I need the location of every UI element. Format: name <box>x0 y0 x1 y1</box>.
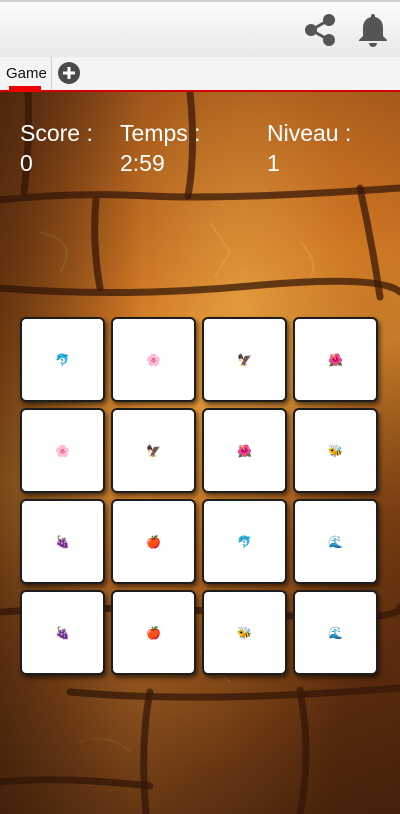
game-area: Score : 0 Temps : 2:59 Niveau : 1 🐬 🌸 🦅 🌺 🌸 🦅… <box>0 92 400 814</box>
cherry-blossom-icon: 🌸 <box>146 352 161 367</box>
app-bar <box>0 0 400 57</box>
wave-icon: 🌊 <box>328 625 343 640</box>
memory-card[interactable]: 🌸 <box>20 408 105 493</box>
bee-icon: 🐝 <box>328 443 343 458</box>
memory-card[interactable]: 🌊 <box>293 499 378 584</box>
hibiscus-icon: 🌺 <box>328 352 343 367</box>
eagle-icon: 🦅 <box>237 352 252 367</box>
memory-card[interactable]: 🌺 <box>293 317 378 402</box>
memory-card[interactable]: 🐬 <box>202 499 287 584</box>
eagle-icon: 🦅 <box>146 443 161 458</box>
memory-card[interactable]: 🐬 <box>20 317 105 402</box>
score-stat: Score : 0 <box>20 118 93 178</box>
dolphin-icon: 🐬 <box>237 534 252 549</box>
memory-card[interactable]: 🍇 <box>20 590 105 675</box>
time-label: Temps : <box>120 120 201 146</box>
wave-icon: 🌊 <box>328 534 343 549</box>
time-stat: Temps : 2:59 <box>120 118 201 178</box>
time-value: 2:59 <box>120 150 165 176</box>
memory-card[interactable]: 🌊 <box>293 590 378 675</box>
memory-card[interactable]: 🦅 <box>202 317 287 402</box>
plus-circle-icon[interactable] <box>58 62 80 84</box>
tab-game[interactable]: Game <box>0 57 52 92</box>
memory-card[interactable]: 🍎 <box>111 499 196 584</box>
memory-card[interactable]: 🌸 <box>111 317 196 402</box>
tab-label: Game <box>6 65 47 82</box>
memory-card[interactable]: 🍎 <box>111 590 196 675</box>
memory-card[interactable]: 🌺 <box>202 408 287 493</box>
bell-icon[interactable] <box>353 10 393 50</box>
level-label: Niveau : <box>267 120 352 146</box>
hibiscus-icon: 🌺 <box>237 443 252 458</box>
memory-card[interactable]: 🍇 <box>20 499 105 584</box>
apple-icon: 🍎 <box>146 625 161 640</box>
score-value: 0 <box>20 150 33 176</box>
apple-icon: 🍎 <box>146 534 161 549</box>
dolphin-icon: 🐬 <box>55 352 70 367</box>
memory-card[interactable]: 🐝 <box>202 590 287 675</box>
memory-card[interactable]: 🦅 <box>111 408 196 493</box>
memory-board: 🐬 🌸 🦅 🌺 🌸 🦅 🌺 🐝 🍇 🍎 🐬 🌊 🍇 🍎 🐝 🌊 <box>20 317 381 678</box>
cherry-blossom-icon: 🌸 <box>55 443 70 458</box>
bee-icon: 🐝 <box>237 625 252 640</box>
grapes-icon: 🍇 <box>55 625 70 640</box>
memory-card[interactable]: 🐝 <box>293 408 378 493</box>
tab-bar: Game <box>0 57 400 92</box>
level-value: 1 <box>267 150 280 176</box>
share-icon[interactable] <box>300 10 340 50</box>
level-stat: Niveau : 1 <box>267 118 351 178</box>
grapes-icon: 🍇 <box>55 534 70 549</box>
score-label: Score : <box>20 120 93 146</box>
